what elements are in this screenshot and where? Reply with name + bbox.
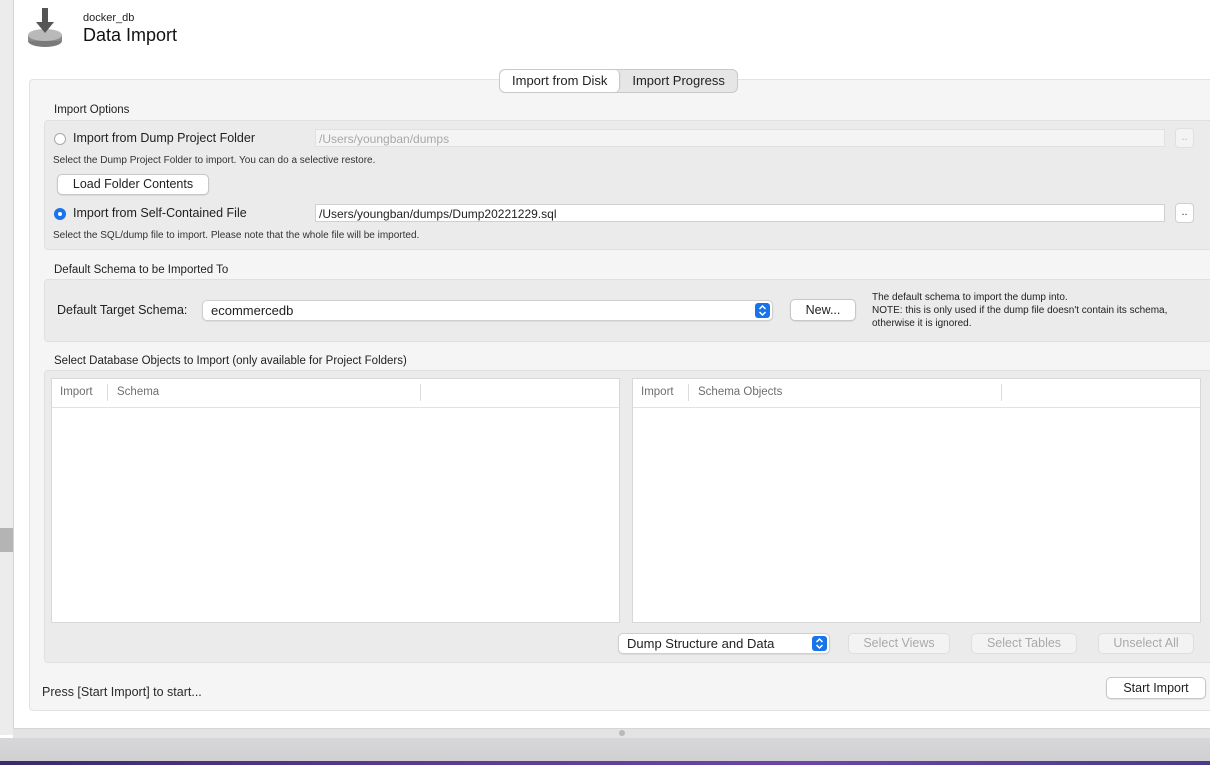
- column-divider: [420, 384, 421, 401]
- objects-col-import[interactable]: Import: [641, 386, 674, 398]
- splitter-handle-icon[interactable]: [619, 730, 625, 736]
- import-disk-icon: [26, 8, 64, 48]
- select-views-button[interactable]: Select Views: [848, 633, 950, 654]
- chevron-updown-icon: [755, 303, 770, 318]
- column-divider: [1001, 384, 1002, 401]
- schema-table-header: Import Schema: [52, 379, 619, 408]
- dump-mode-value: Dump Structure and Data: [627, 636, 775, 651]
- unselect-all-button[interactable]: Unselect All: [1098, 633, 1194, 654]
- sidebar-resize-handle[interactable]: [0, 528, 13, 552]
- target-schema-select[interactable]: ecommercedb: [202, 300, 773, 321]
- import-options-label: Import Options: [54, 104, 130, 116]
- objects-section-label: Select Database Objects to Import (only …: [54, 355, 407, 367]
- self-contained-browse-button[interactable]: ..: [1175, 203, 1194, 223]
- connection-name: docker_db: [83, 12, 135, 24]
- objects-col-schema-objects[interactable]: Schema Objects: [698, 386, 782, 398]
- self-contained-path-field[interactable]: /Users/youngban/dumps/Dump20221229.sql: [315, 204, 1165, 222]
- dump-folder-radio[interactable]: [54, 133, 66, 145]
- default-schema-label: Default Schema to be Imported To: [54, 264, 229, 276]
- tab-bar: Import from Disk Import Progress: [499, 69, 738, 93]
- page-title: Data Import: [83, 25, 178, 45]
- select-tables-button[interactable]: Select Tables: [971, 633, 1077, 654]
- start-import-button[interactable]: Start Import: [1106, 677, 1206, 699]
- dump-folder-browse-button[interactable]: ..: [1175, 128, 1194, 148]
- schema-col-schema[interactable]: Schema: [117, 386, 159, 398]
- target-schema-value: ecommercedb: [211, 303, 294, 318]
- schema-note-line-3: otherwise it is ignored.: [872, 318, 972, 329]
- schema-note: The default schema to import the dump in…: [872, 291, 1167, 330]
- left-panel-edge: [0, 0, 14, 735]
- schema-note-line-2: NOTE: this is only used if the dump file…: [872, 305, 1168, 316]
- schema-note-line-1: The default schema to import the dump in…: [872, 292, 1068, 303]
- tab-import-progress[interactable]: Import Progress: [620, 70, 736, 92]
- schema-col-import[interactable]: Import: [60, 386, 93, 398]
- dump-mode-select[interactable]: Dump Structure and Data: [618, 633, 830, 654]
- self-contained-hint: Select the SQL/dump file to import. Plea…: [53, 230, 420, 241]
- schema-table[interactable]: Import Schema: [51, 378, 620, 623]
- schema-objects-table[interactable]: Import Schema Objects: [632, 378, 1201, 623]
- chevron-updown-icon: [812, 636, 827, 651]
- column-divider: [107, 384, 108, 401]
- schema-objects-table-header: Import Schema Objects: [633, 379, 1200, 408]
- tab-import-from-disk[interactable]: Import from Disk: [500, 70, 621, 92]
- load-folder-contents-button[interactable]: Load Folder Contents: [57, 174, 209, 195]
- self-contained-radio[interactable]: [54, 208, 66, 220]
- target-schema-label: Default Target Schema:: [57, 303, 188, 317]
- self-contained-label: Import from Self-Contained File: [73, 206, 247, 220]
- dump-folder-path-field[interactable]: /Users/youngban/dumps: [315, 129, 1165, 147]
- status-text: Press [Start Import] to start...: [42, 685, 202, 699]
- new-schema-button[interactable]: New...: [790, 299, 856, 321]
- column-divider: [688, 384, 689, 401]
- desktop-background-edge: [0, 761, 1210, 765]
- dump-folder-hint: Select the Dump Project Folder to import…: [53, 155, 376, 166]
- dump-folder-label: Import from Dump Project Folder: [73, 131, 255, 145]
